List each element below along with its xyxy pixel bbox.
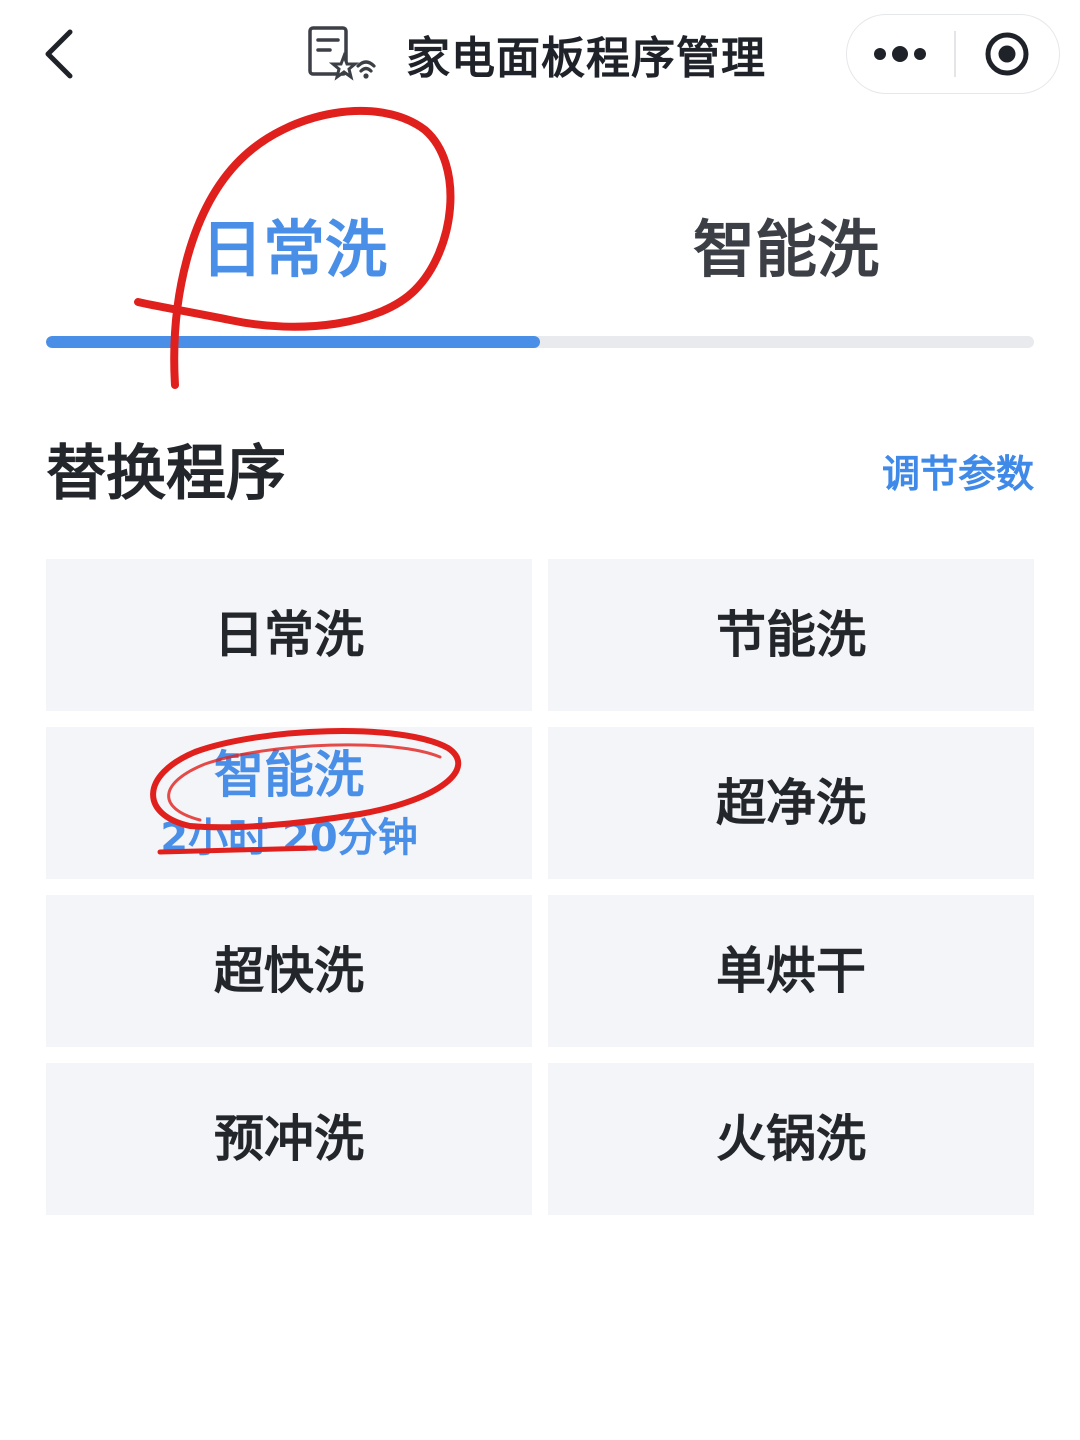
program-label: 预冲洗 xyxy=(214,1110,364,1168)
program-label: 超净洗 xyxy=(716,774,866,832)
program-pre-rinse[interactable]: 预冲洗 xyxy=(46,1063,532,1215)
tab-indicator-track xyxy=(46,336,1034,348)
program-smart-wash[interactable]: 智能洗 2小时 20分钟 xyxy=(46,727,532,879)
program-label: 节能洗 xyxy=(716,606,866,664)
program-label: 智能洗 xyxy=(214,746,364,804)
program-label: 单烘干 xyxy=(716,942,866,1000)
section-title: 替换程序 xyxy=(46,439,286,509)
program-label: 火锅洗 xyxy=(716,1110,866,1168)
page: 家电面板程序管理 日常洗 智能洗 替换程序 调节参数 日常洗 节能洗 智能洗 2… xyxy=(0,0,1080,1440)
tab-indicator-fill xyxy=(46,336,540,348)
program-eco-wash[interactable]: 节能洗 xyxy=(548,559,1034,711)
program-grid: 日常洗 节能洗 智能洗 2小时 20分钟 超净洗 超快洗 单烘干 预冲洗 火锅洗 xyxy=(46,559,1034,1215)
program-dry-only[interactable]: 单烘干 xyxy=(548,895,1034,1047)
program-hotpot-wash[interactable]: 火锅洗 xyxy=(548,1063,1034,1215)
target-circle-icon xyxy=(985,32,1029,76)
more-button[interactable] xyxy=(847,14,954,94)
back-button[interactable] xyxy=(30,22,94,86)
document-star-wifi-icon xyxy=(308,26,376,81)
nav-bar: 家电面板程序管理 xyxy=(0,0,1080,110)
page-title: 家电面板程序管理 xyxy=(406,33,766,84)
program-ultra-clean-wash[interactable]: 超净洗 xyxy=(548,727,1034,879)
tab-daily-wash[interactable]: 日常洗 xyxy=(134,200,454,300)
more-dots-icon xyxy=(874,46,927,62)
mini-program-capsule xyxy=(846,14,1060,94)
tab-smart-wash[interactable]: 智能洗 xyxy=(626,200,946,300)
program-label: 日常洗 xyxy=(214,606,364,664)
close-miniprogram-button[interactable] xyxy=(956,14,1059,94)
program-daily-wash[interactable]: 日常洗 xyxy=(46,559,532,711)
chevron-left-icon xyxy=(45,29,73,79)
title-area: 家电面板程序管理 xyxy=(300,22,766,86)
program-duration: 2小时 20分钟 xyxy=(160,815,418,861)
adjust-params-link[interactable]: 调节参数 xyxy=(882,448,1034,500)
program-label: 超快洗 xyxy=(214,942,364,1000)
program-quick-wash[interactable]: 超快洗 xyxy=(46,895,532,1047)
